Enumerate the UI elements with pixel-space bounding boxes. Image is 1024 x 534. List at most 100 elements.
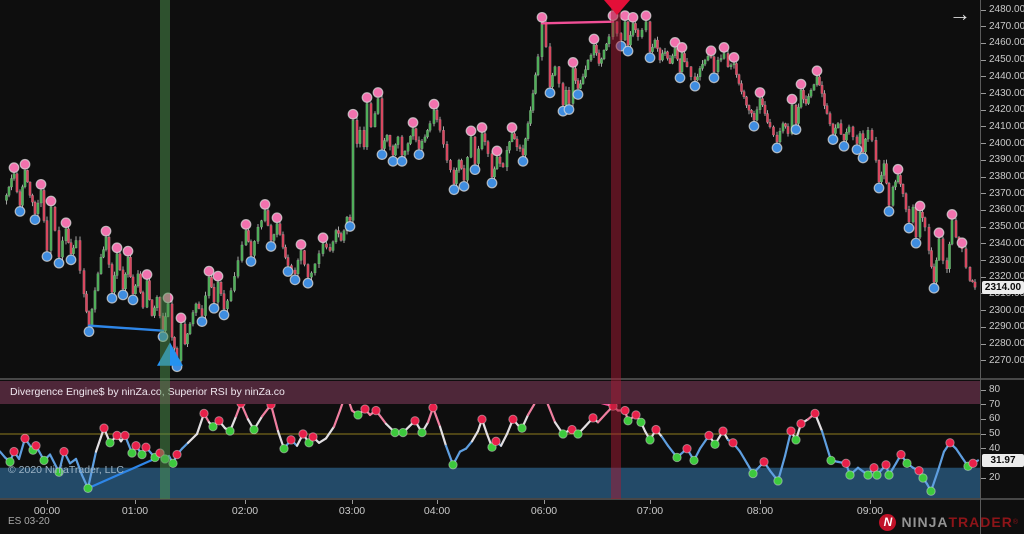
candle-body — [374, 114, 376, 127]
candle-body — [579, 84, 581, 89]
candle-body — [303, 250, 305, 264]
swing-low-dot — [66, 255, 76, 265]
swing-low-dot — [118, 290, 128, 300]
rsi-trough-dot — [774, 477, 782, 485]
price-tick-mark — [981, 126, 986, 127]
price-tick-mark — [981, 177, 986, 178]
swing-low-dot — [911, 238, 921, 248]
rsi-line-segment — [598, 413, 606, 422]
time-axis[interactable]: 00:0001:0002:0003:0004:0006:0007:0008:00… — [0, 499, 980, 534]
rsi-trough-dot — [518, 424, 526, 432]
swing-low-dot — [645, 53, 655, 63]
swing-low-dot — [290, 275, 300, 285]
panel-divider[interactable] — [0, 378, 1024, 380]
candle-body — [572, 68, 574, 103]
candle-body — [532, 94, 534, 111]
candle-body — [79, 240, 81, 270]
candle-body — [582, 77, 584, 84]
rsi-trough-dot — [84, 484, 92, 492]
candle-body — [40, 190, 42, 203]
candle-body — [446, 144, 448, 160]
candle-body — [54, 207, 56, 230]
candle-body — [704, 60, 706, 64]
candle-body — [733, 63, 735, 64]
candle-body — [632, 23, 634, 35]
value-axis[interactable]: 2480.002470.002460.002450.002440.002430.… — [980, 0, 1024, 534]
candle-body — [965, 249, 967, 267]
candle-body — [671, 56, 673, 64]
price-tick-label: 2330.00 — [989, 255, 1024, 266]
candle-body — [590, 55, 592, 60]
price-tick-label: 2370.00 — [989, 188, 1024, 199]
swing-low-dot — [904, 223, 914, 233]
candle-body — [287, 257, 289, 265]
candle-body — [208, 277, 210, 295]
candle-body — [787, 126, 789, 133]
candle-body — [894, 182, 896, 187]
candle-body — [740, 83, 742, 91]
candle-body — [241, 245, 243, 261]
candle-body — [832, 124, 834, 134]
swing-high-dot — [957, 238, 967, 248]
candle-body — [122, 270, 124, 289]
price-tick-label: 2470.00 — [989, 21, 1024, 32]
rsi-trough-dot — [846, 471, 854, 479]
candle-body — [421, 141, 423, 148]
candle-body — [245, 230, 247, 245]
candle-body — [519, 147, 521, 149]
rsi-trough-dot — [646, 436, 654, 444]
candle-body — [730, 65, 732, 67]
rsi-tick-mark — [981, 390, 986, 391]
candle-body — [276, 224, 278, 235]
rsi-tick-label: 60 — [989, 413, 1000, 424]
swing-high-dot — [20, 160, 30, 170]
rsi-peak-dot — [411, 417, 419, 425]
candle-body — [102, 250, 104, 258]
candle-body — [562, 83, 564, 105]
candle-body — [10, 178, 12, 187]
candle-body — [180, 324, 182, 361]
swing-low-dot — [128, 295, 138, 305]
swing-high-dot — [934, 228, 944, 238]
candle-body — [116, 254, 118, 276]
swing-low-dot — [929, 283, 939, 293]
timeaxis-divider[interactable] — [0, 498, 1024, 500]
buy-signal-triangle-icon — [157, 342, 183, 365]
swing-low-dot — [283, 267, 293, 277]
go-to-last-bar-icon[interactable]: → — [949, 1, 971, 27]
rsi-line-segment — [472, 431, 478, 441]
candle-body — [598, 53, 600, 64]
candle-body — [297, 260, 299, 274]
price-tick-label: 2480.00 — [989, 4, 1024, 15]
candle-body — [551, 75, 553, 87]
rsi-line-segment — [466, 441, 472, 448]
candle-body — [314, 264, 316, 273]
time-tick-label: 06:00 — [531, 505, 557, 517]
candle-body — [713, 57, 715, 72]
candle-body — [466, 157, 468, 180]
candle-body — [558, 67, 560, 84]
candle-body — [826, 106, 828, 114]
rsi-trough-dot — [903, 459, 911, 467]
candle-body — [100, 257, 102, 274]
swing-high-dot — [176, 313, 186, 323]
candle-body — [167, 304, 169, 317]
price-tick-mark — [981, 10, 986, 11]
candle-body — [386, 135, 388, 140]
candle-body — [645, 22, 647, 30]
swing-low-dot — [487, 178, 497, 188]
candle-body — [574, 68, 576, 80]
swing-low-dot — [158, 332, 168, 342]
price-tick-label: 2290.00 — [989, 321, 1024, 332]
candle-body — [401, 137, 403, 155]
price-tick-label: 2380.00 — [989, 171, 1024, 182]
rsi-peak-dot — [309, 433, 317, 441]
candle-body — [184, 324, 186, 344]
candle-body — [664, 52, 666, 54]
candle-body — [805, 99, 807, 103]
candle-body — [669, 58, 671, 63]
candle-body — [608, 37, 610, 44]
candle-body — [568, 90, 570, 103]
candle-body — [72, 248, 74, 254]
price-panel[interactable] — [0, 0, 980, 379]
